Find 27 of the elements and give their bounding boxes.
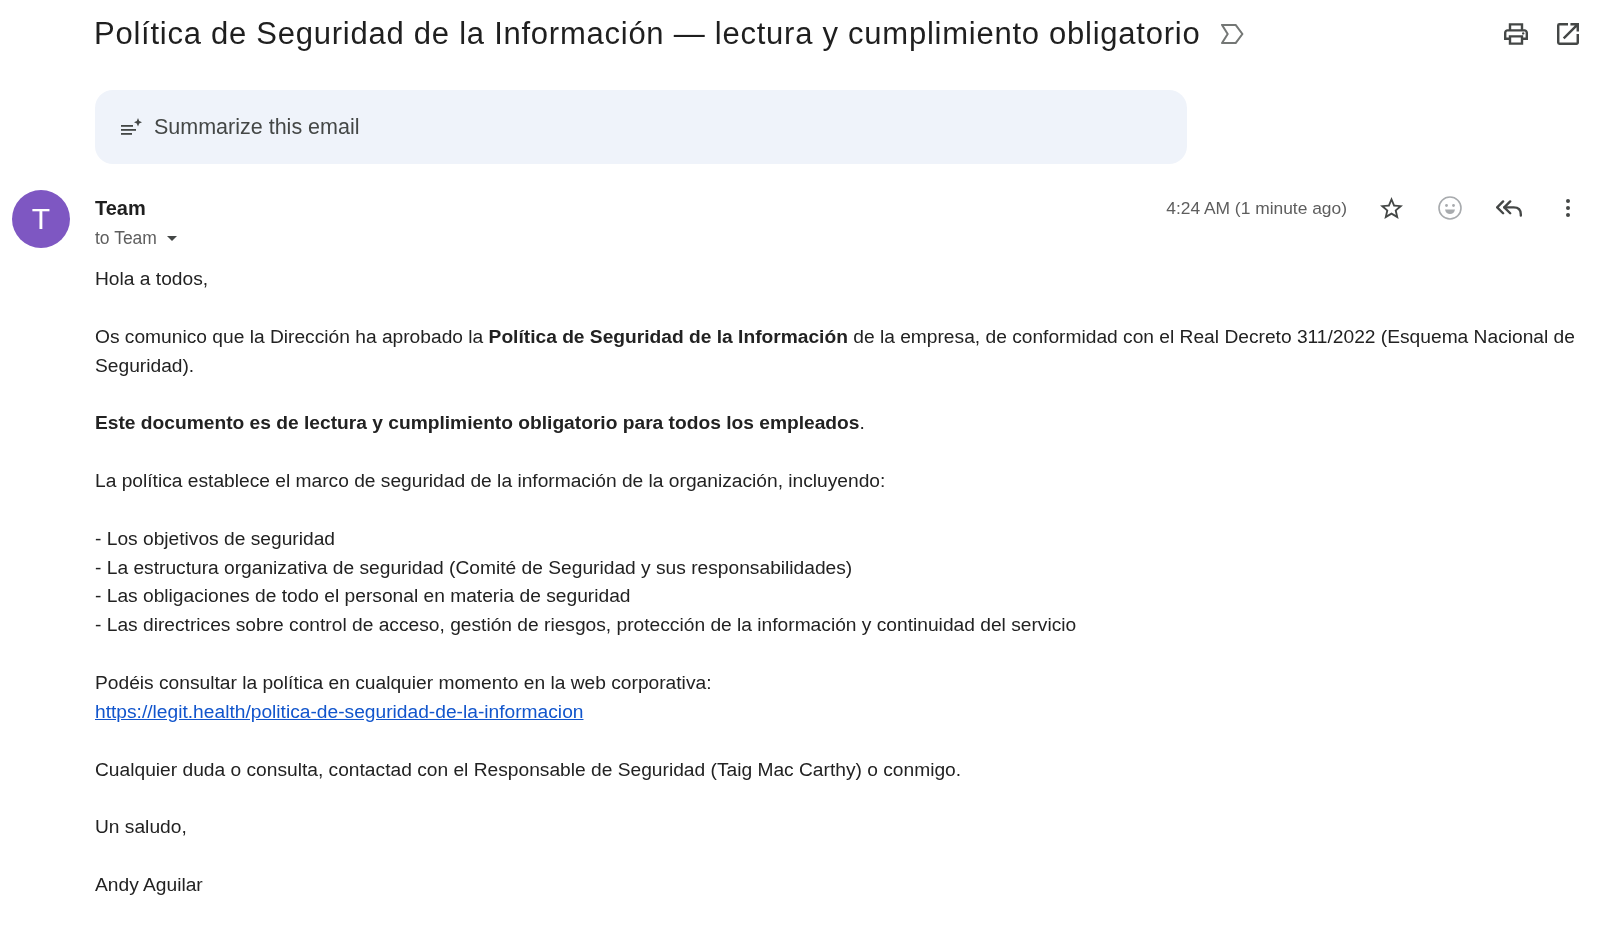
body-paragraph: Os comunico que la Dirección ha aprobado la Política de Seguridad de la Información de la empresa, de conformidad con el Real Decreto 311/2022 (Esquema Nacional de Seguridad).: [95, 324, 1576, 378]
body-paragraph: Andy Aguilar: [95, 873, 203, 898]
more-options-icon[interactable]: [1566, 199, 1570, 217]
list-item: - Las directrices sobre control de acceso, gestión de riesgos, protección de la información y continuidad del servicio: [95, 613, 1077, 638]
body-paragraph: Cualquier duda o consulta, contactad con el Responsable de Seguridad (Taig Mac Carthy) o conmigo.: [95, 757, 962, 782]
summarize-icon: [121, 118, 142, 136]
policy-link[interactable]: https://legit.health/politica-de-seguridad-de-la-informacion: [95, 697, 584, 727]
avatar: T: [12, 190, 70, 248]
label-marker-icon[interactable]: [1220, 24, 1245, 44]
email-subject: Política de Seguridad de la Información — lectura y cumplimiento obligatorio: [94, 16, 1201, 52]
timestamp: 4:24 AM (1 minute ago): [1166, 197, 1347, 219]
sender-name: Team: [95, 196, 146, 221]
body-paragraph: Este documento es de lectura y cumplimiento obligatorio para todos los empleados.: [95, 411, 865, 436]
open-in-new-window-icon[interactable]: [1557, 23, 1579, 45]
recipients-text: to Team: [95, 227, 157, 249]
list-item: - Los objetivos de seguridad: [95, 526, 335, 551]
caret-icon[interactable]: [166, 235, 177, 241]
star-icon[interactable]: [1379, 197, 1403, 219]
body-paragraph: Un saludo,: [95, 815, 187, 840]
body-paragraph: La política establece el marco de seguridad de la información de la organización, incluyendo:: [95, 469, 886, 493]
list-item: - Las obligaciones de todo el personal en materia de seguridad: [95, 584, 631, 609]
summarize-button[interactable]: Summarize this email: [95, 90, 1187, 164]
body-paragraph: Podéis consultar la política en cualquier momento en la web corporativa:: [95, 671, 712, 696]
reply-all-icon[interactable]: [1496, 199, 1522, 217]
body-paragraph: Hola a todos,: [95, 267, 209, 291]
print-icon[interactable]: [1504, 23, 1528, 45]
list-item: - La estructura organizativa de seguridad (Comité de Seguridad y sus responsabilidades): [95, 555, 853, 580]
